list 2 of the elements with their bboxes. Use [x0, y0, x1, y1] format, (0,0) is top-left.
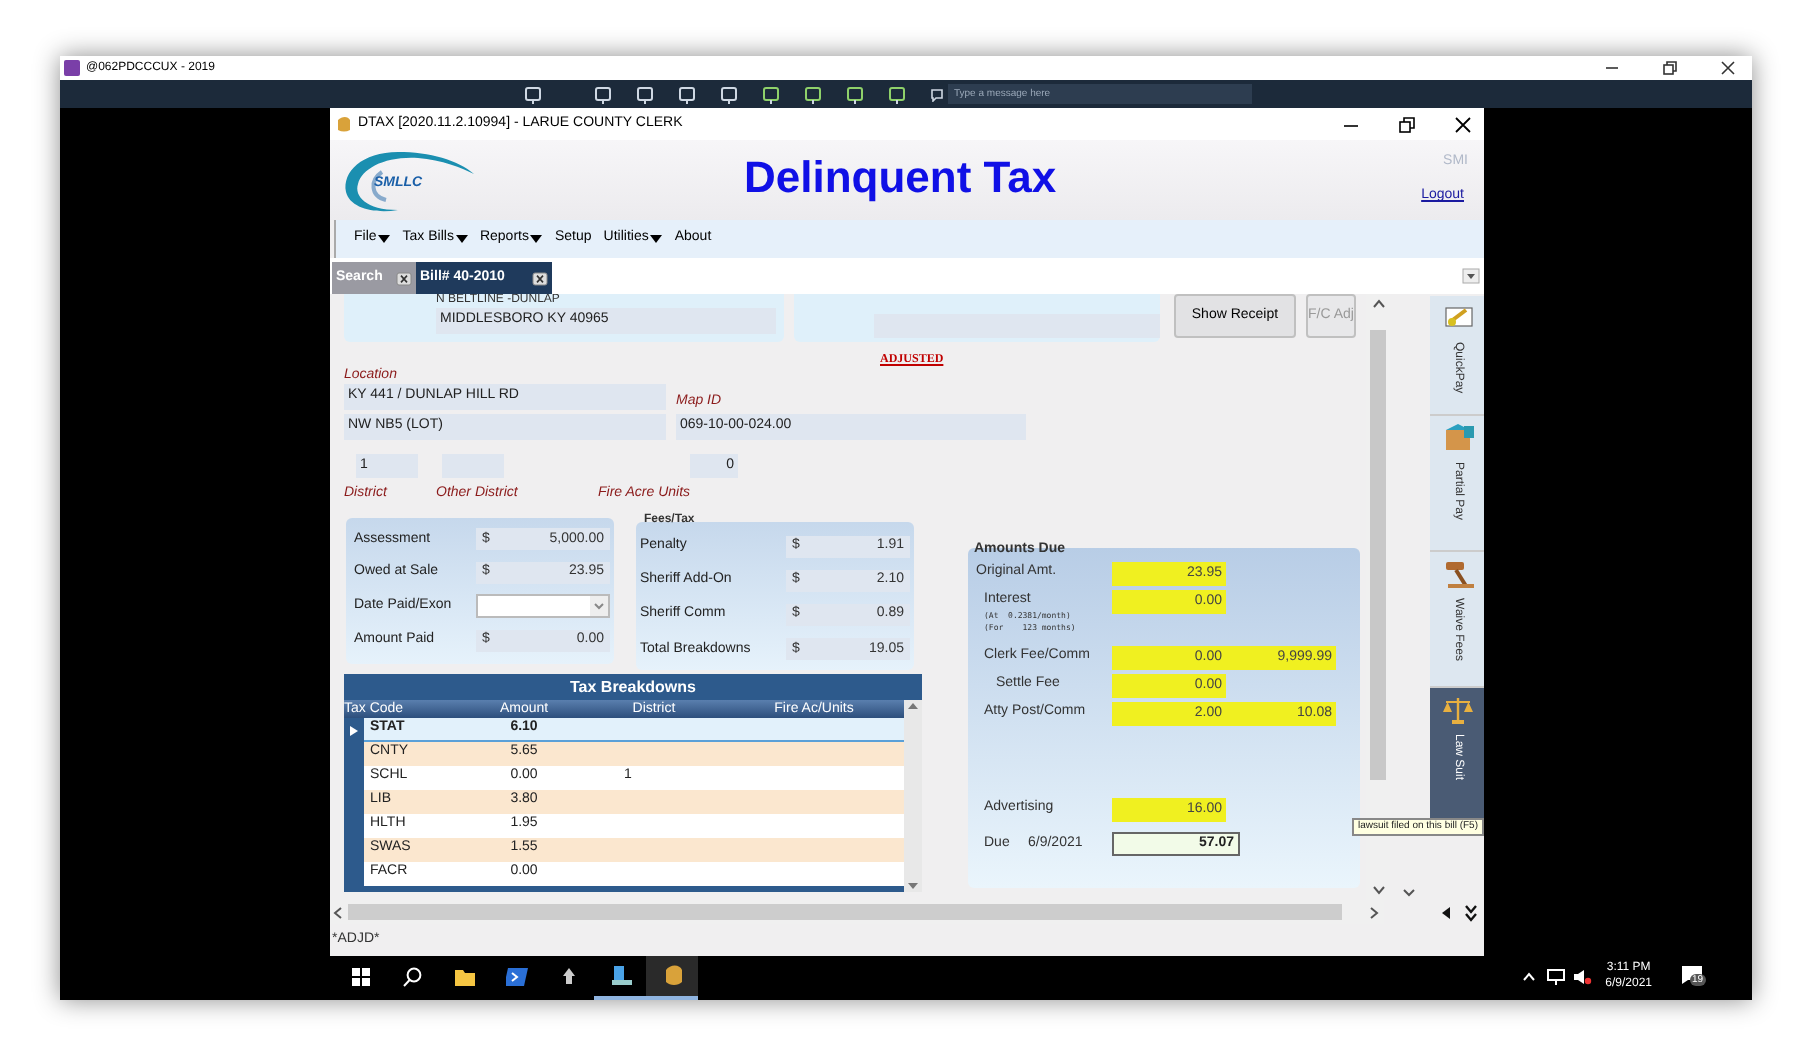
app-heading: Delinquent Tax [744, 150, 1057, 206]
table-title: Tax Breakdowns [568, 675, 698, 699]
